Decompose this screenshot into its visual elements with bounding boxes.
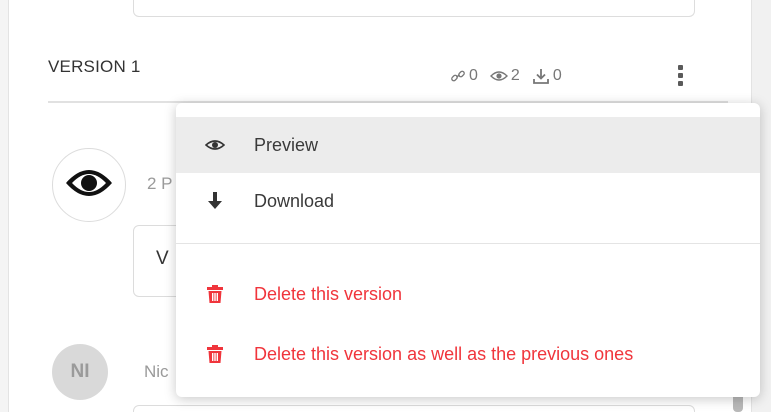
viewer-avatar xyxy=(52,148,126,222)
user-avatar: NI xyxy=(52,344,108,400)
trash-icon xyxy=(204,343,226,365)
stat-downloads-value: 0 xyxy=(552,67,562,84)
version-stats: 0 2 0 xyxy=(450,64,562,88)
menu-item-label: Delete this version xyxy=(254,283,403,304)
stat-links-value: 0 xyxy=(469,67,478,84)
eye-icon xyxy=(204,134,226,156)
entry-comment-text: V xyxy=(156,248,169,269)
menu-item-label: Download xyxy=(254,190,335,211)
kebab-dot-icon xyxy=(677,80,683,86)
user-comment-box xyxy=(133,405,695,412)
more-options-button[interactable] xyxy=(671,63,689,87)
kebab-dot-icon xyxy=(677,72,683,78)
user-name: Nic xyxy=(144,362,169,381)
stage: VERSION 1 0 2 0 2 P V NI Nic Preview Dow… xyxy=(0,0,771,412)
trash-icon xyxy=(204,283,226,305)
previous-card xyxy=(133,0,695,17)
version-options-menu: Preview Download Delete this version Del… xyxy=(176,103,760,397)
menu-item-delete-version[interactable]: Delete this version xyxy=(176,266,760,322)
menu-item-label: Preview xyxy=(254,134,319,155)
eye-logo-icon xyxy=(64,163,114,208)
menu-divider xyxy=(176,243,760,244)
menu-item-label: Delete this version as well as the previ… xyxy=(254,343,634,364)
menu-item-download[interactable]: Download xyxy=(176,173,760,229)
version-title: VERSION 1 xyxy=(48,57,141,76)
eye-icon xyxy=(489,68,508,84)
stat-downloads: 0 xyxy=(532,67,562,85)
stat-views: 2 xyxy=(489,67,520,85)
entry-meta: 2 P xyxy=(147,174,173,193)
download-arrow-icon xyxy=(204,190,226,212)
menu-item-delete-version-and-previous[interactable]: Delete this version as well as the previ… xyxy=(176,326,760,382)
link-icon xyxy=(450,68,466,84)
kebab-dot-icon xyxy=(677,64,683,70)
stat-views-value: 2 xyxy=(510,67,520,84)
download-icon xyxy=(532,67,550,85)
menu-item-preview[interactable]: Preview xyxy=(176,117,760,173)
stat-links: 0 xyxy=(450,67,478,85)
